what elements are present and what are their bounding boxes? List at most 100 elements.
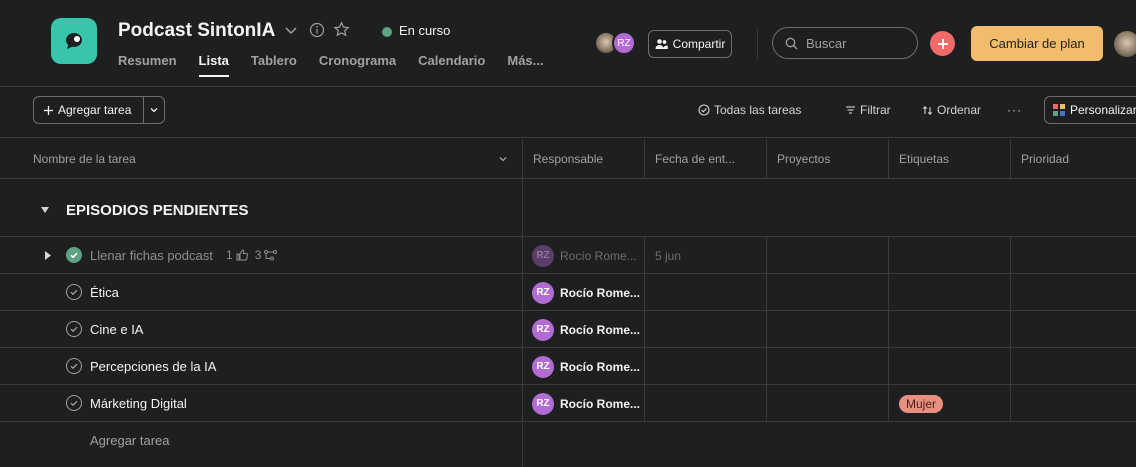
sort-icon xyxy=(922,105,933,115)
upgrade-plan-button[interactable]: Cambiar de plan xyxy=(971,26,1103,61)
due-date-cell[interactable] xyxy=(645,385,767,422)
assignee-cell[interactable]: RZ Rocío Rome... xyxy=(523,237,645,274)
task-row[interactable]: Márketing Digital RZ Rocío Rome... Mujer xyxy=(0,385,1136,422)
assignee-cell[interactable]: RZ Rocío Rome... xyxy=(523,348,645,385)
subtask-icon[interactable] xyxy=(264,249,278,261)
project-icon[interactable] xyxy=(51,18,97,64)
column-header-priority[interactable]: Prioridad xyxy=(1011,139,1136,179)
task-name-cell[interactable]: Márketing Digital xyxy=(0,385,523,422)
assignee-name: Rocío Rome... xyxy=(560,396,641,411)
chevron-down-icon[interactable] xyxy=(498,154,508,164)
projects-cell[interactable] xyxy=(767,311,889,348)
task-complete-checkbox[interactable] xyxy=(66,247,82,263)
assignee[interactable]: RZ Rocío Rome... xyxy=(523,392,641,415)
info-icon[interactable] xyxy=(309,22,325,38)
column-header-projects[interactable]: Proyectos xyxy=(767,139,889,179)
task-name-cell[interactable]: Ética xyxy=(0,274,523,311)
due-date-cell[interactable]: 5 jun xyxy=(645,237,767,274)
due-date-cell[interactable] xyxy=(645,348,767,385)
task-name-cell[interactable]: Percepciones de la IA xyxy=(0,348,523,385)
customize-button[interactable]: Personalizar xyxy=(1044,96,1136,124)
task-complete-checkbox[interactable] xyxy=(66,284,82,300)
projects-cell[interactable] xyxy=(767,348,889,385)
sort-button[interactable]: Ordenar xyxy=(922,103,981,117)
task-complete-checkbox[interactable] xyxy=(66,395,82,411)
tags-cell[interactable]: Mujer xyxy=(889,385,1011,422)
assignee-avatar: RZ xyxy=(532,244,554,267)
tag-badge[interactable]: Mujer xyxy=(899,394,944,413)
filter-label: Filtrar xyxy=(860,103,891,117)
task-row[interactable]: Percepciones de la IA RZ Rocío Rome... xyxy=(0,348,1136,385)
task-name[interactable]: Márketing Digital xyxy=(90,396,187,411)
collapse-caret-icon[interactable] xyxy=(41,207,49,213)
task-complete-checkbox[interactable] xyxy=(66,358,82,374)
assignee-cell[interactable]: RZ Rocío Rome... xyxy=(523,274,645,311)
task-complete-checkbox[interactable] xyxy=(66,321,82,337)
task-name[interactable]: Ética xyxy=(90,285,119,300)
share-button[interactable]: Compartir xyxy=(648,30,732,58)
search-icon xyxy=(785,37,798,49)
expand-caret-icon[interactable] xyxy=(45,251,51,260)
due-date-cell[interactable] xyxy=(645,311,767,348)
assignee[interactable]: RZ Rocío Rome... xyxy=(523,318,640,341)
tags-cell[interactable] xyxy=(889,237,1011,274)
priority-cell[interactable] xyxy=(1011,348,1136,385)
priority-cell[interactable] xyxy=(1011,237,1136,274)
tags-cell[interactable] xyxy=(889,311,1011,348)
tab-lista[interactable]: Lista xyxy=(198,53,230,77)
projects-cell[interactable] xyxy=(767,385,889,422)
task-name[interactable]: Percepciones de la IA xyxy=(90,359,216,374)
add-task-row-label[interactable]: Agregar tarea xyxy=(90,433,170,448)
all-tasks-filter[interactable]: Todas las tareas xyxy=(698,103,801,117)
star-icon[interactable] xyxy=(333,21,350,38)
add-task-main[interactable]: Agregar tarea xyxy=(34,97,144,123)
thumbs-up-icon[interactable] xyxy=(236,249,248,261)
project-status[interactable]: En curso xyxy=(399,23,450,38)
add-task-button[interactable]: Agregar tarea xyxy=(33,96,165,124)
assignee[interactable]: RZ Rocío Rome... xyxy=(523,244,637,267)
column-header-task-name[interactable]: Nombre de la tarea xyxy=(0,139,523,179)
task-row[interactable]: Llenar fichas podcast 1 3 RZ Rocío Rome.… xyxy=(0,237,1136,274)
chevron-down-icon[interactable] xyxy=(283,22,299,38)
tab-resumen[interactable]: Resumen xyxy=(118,53,177,68)
task-name[interactable]: Llenar fichas podcast xyxy=(90,248,213,263)
due-date-cell[interactable] xyxy=(645,274,767,311)
filter-button[interactable]: Filtrar xyxy=(845,103,891,117)
column-header-assignee[interactable]: Responsable xyxy=(523,139,645,179)
priority-cell[interactable] xyxy=(1011,311,1136,348)
task-name-cell[interactable]: Cine e IA xyxy=(0,311,523,348)
more-options-button[interactable]: ··· xyxy=(1007,103,1022,117)
projects-cell[interactable] xyxy=(767,237,889,274)
user-avatar[interactable] xyxy=(1114,31,1136,57)
search-input[interactable]: Buscar xyxy=(772,27,918,59)
tab-calendario[interactable]: Calendario xyxy=(418,53,485,68)
section-title[interactable]: EPISODIOS PENDIENTES xyxy=(66,202,249,219)
projects-cell[interactable] xyxy=(767,274,889,311)
add-task-dropdown[interactable] xyxy=(144,97,164,123)
plus-icon xyxy=(937,38,948,49)
tab-cronograma[interactable]: Cronograma xyxy=(319,53,396,68)
column-header-due-date[interactable]: Fecha de ent... xyxy=(645,139,767,179)
priority-cell[interactable] xyxy=(1011,385,1136,422)
add-task-row[interactable]: Agregar tarea xyxy=(0,422,1136,467)
assignee-cell[interactable]: RZ Rocío Rome... xyxy=(523,311,645,348)
task-row[interactable]: Ética RZ Rocío Rome... xyxy=(0,274,1136,311)
tags-cell[interactable] xyxy=(889,274,1011,311)
member-avatar-initials[interactable]: RZ xyxy=(612,31,636,55)
task-row[interactable]: Cine e IA RZ Rocío Rome... xyxy=(0,311,1136,348)
project-title[interactable]: Podcast SintonIA xyxy=(118,20,275,42)
tab-mas[interactable]: Más... xyxy=(507,53,543,68)
tags-cell[interactable] xyxy=(889,348,1011,385)
assignee-name: Rocío Rome... xyxy=(560,248,637,263)
create-button[interactable] xyxy=(930,31,955,56)
column-header-tags[interactable]: Etiquetas xyxy=(889,139,1011,179)
task-name[interactable]: Cine e IA xyxy=(90,322,143,337)
assignee-cell[interactable]: RZ Rocío Rome... xyxy=(523,385,645,422)
assignee[interactable]: RZ Rocío Rome... xyxy=(523,281,640,304)
column-header-label: Fecha de ent... xyxy=(655,151,736,166)
list-toolbar: Agregar tarea Todas las tareas Filtrar O… xyxy=(0,88,1136,138)
task-name-cell[interactable]: Llenar fichas podcast 1 3 xyxy=(0,237,523,274)
tab-tablero[interactable]: Tablero xyxy=(251,53,297,68)
priority-cell[interactable] xyxy=(1011,274,1136,311)
assignee[interactable]: RZ Rocío Rome... xyxy=(523,355,640,378)
